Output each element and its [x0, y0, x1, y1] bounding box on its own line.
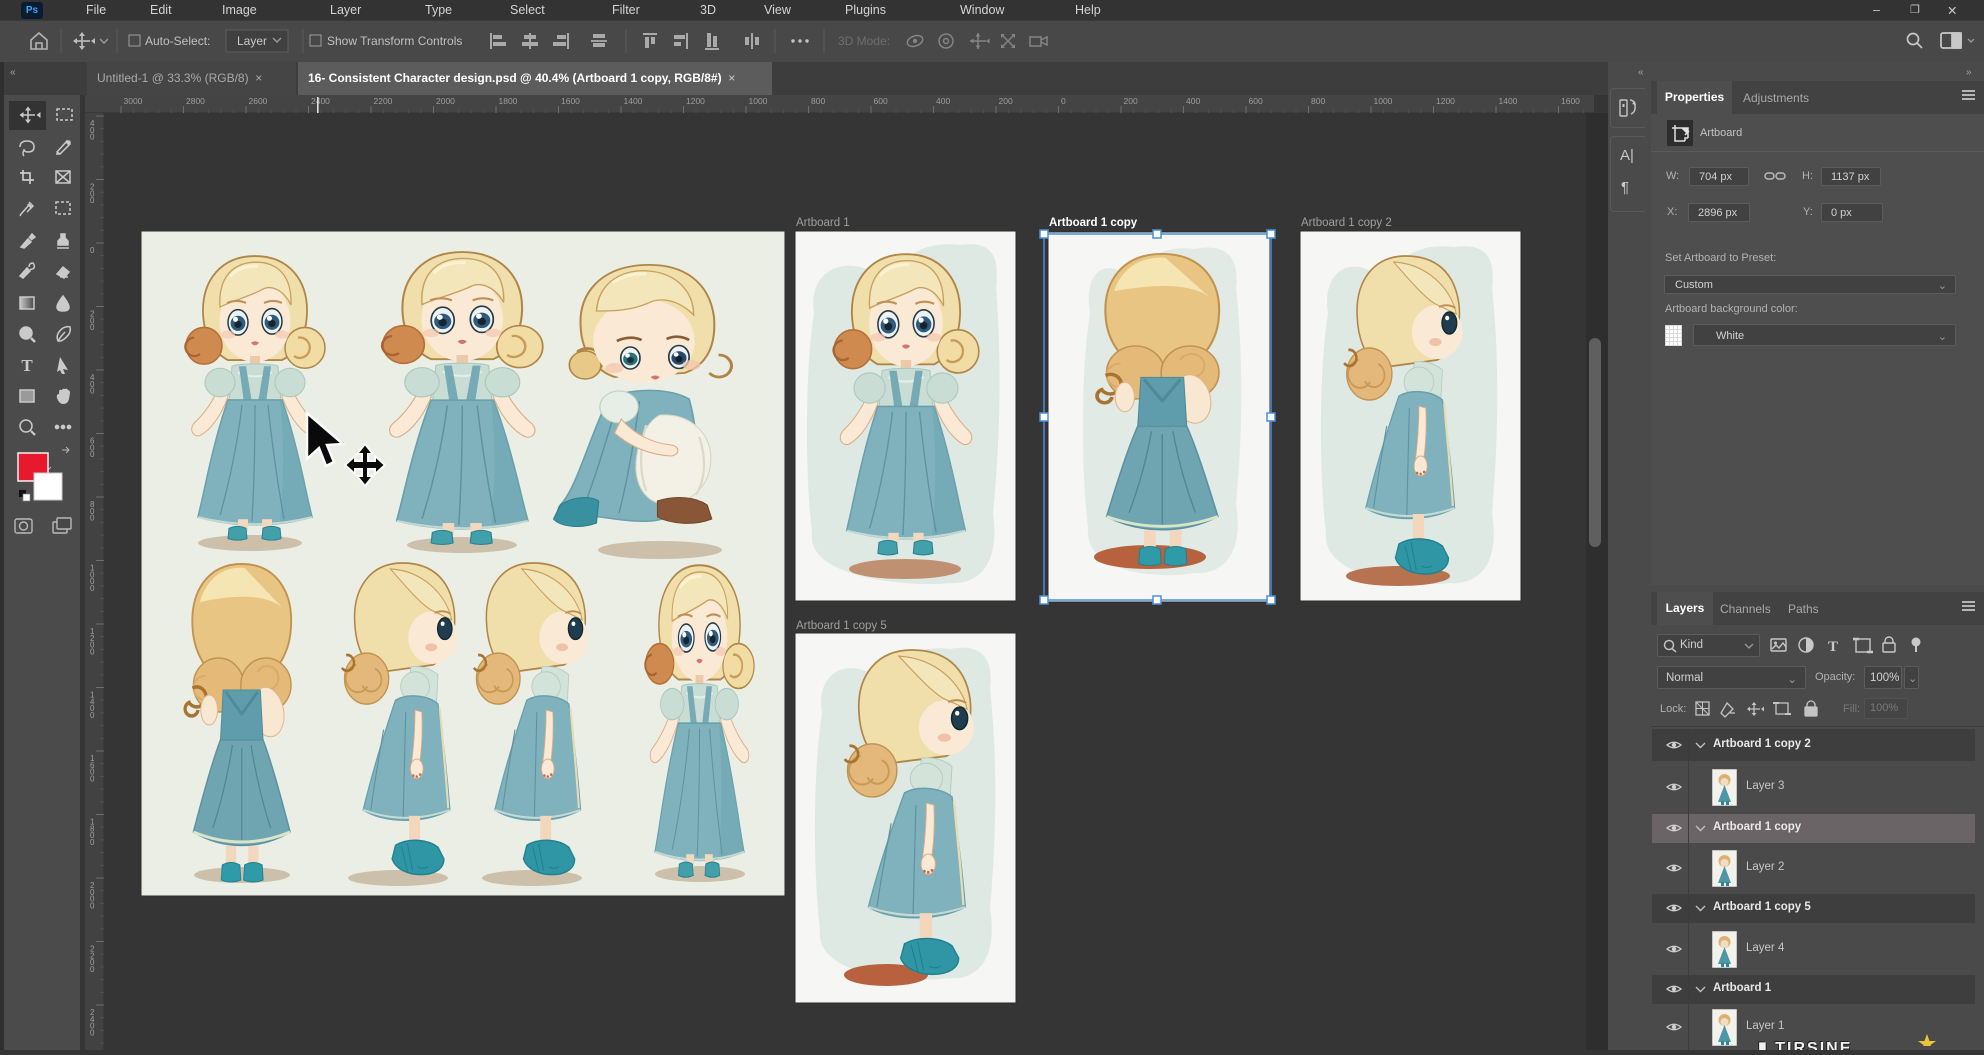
svg-text:3000: 3000 [124, 96, 143, 106]
svg-text:¶: ¶ [1621, 179, 1629, 196]
svg-text:1600: 1600 [561, 96, 580, 106]
svg-text:200: 200 [1124, 96, 1138, 106]
svg-text:800: 800 [811, 96, 825, 106]
svg-text:0: 0 [90, 323, 95, 332]
svg-text:600: 600 [1249, 96, 1263, 106]
svg-text:0: 0 [90, 450, 95, 459]
svg-text:2800: 2800 [186, 96, 205, 106]
svg-text:Artboard 1 copy 2: Artboard 1 copy 2 [1301, 217, 1392, 229]
svg-text:600: 600 [874, 96, 888, 106]
svg-text:0: 0 [90, 196, 95, 205]
svg-text:1400: 1400 [624, 96, 643, 106]
svg-text:1000: 1000 [1374, 96, 1393, 106]
svg-text:400: 400 [1186, 96, 1200, 106]
svg-text:0: 0 [1061, 96, 1066, 106]
svg-text:0: 0 [90, 838, 95, 847]
svg-text:800: 800 [1311, 96, 1325, 106]
svg-text:400: 400 [936, 96, 950, 106]
svg-text:0: 0 [90, 584, 95, 593]
svg-text:0: 0 [90, 647, 95, 656]
svg-text:T: T [1828, 639, 1838, 655]
svg-text:0: 0 [90, 246, 95, 255]
svg-text:2000: 2000 [436, 96, 455, 106]
svg-text:1200: 1200 [686, 96, 705, 106]
svg-text:1200: 1200 [1436, 96, 1455, 106]
svg-text:Artboard 1: Artboard 1 [796, 217, 850, 229]
svg-text:1000: 1000 [749, 96, 768, 106]
svg-text:T: T [21, 356, 33, 375]
svg-text:A|: A| [1620, 147, 1634, 164]
svg-text:2200: 2200 [374, 96, 393, 106]
svg-text:2600: 2600 [249, 96, 268, 106]
svg-text:0: 0 [90, 514, 95, 523]
svg-text:0: 0 [90, 1028, 95, 1037]
svg-text:0: 0 [90, 965, 95, 974]
svg-text:0: 0 [90, 711, 95, 720]
svg-text:200: 200 [999, 96, 1013, 106]
svg-text:Artboard 1 copy 5: Artboard 1 copy 5 [796, 620, 887, 632]
svg-text:1400: 1400 [1499, 96, 1518, 106]
svg-text:Artboard 1 copy: Artboard 1 copy [1049, 217, 1138, 229]
svg-text:0: 0 [90, 901, 95, 910]
svg-text:2400: 2400 [311, 96, 330, 106]
svg-text:1800: 1800 [499, 96, 518, 106]
svg-text:3D Mode:: 3D Mode: [838, 34, 890, 48]
svg-text:1600: 1600 [1561, 96, 1580, 106]
svg-text:0: 0 [90, 387, 95, 396]
svg-text:0: 0 [90, 133, 95, 142]
svg-text:0: 0 [90, 774, 95, 783]
